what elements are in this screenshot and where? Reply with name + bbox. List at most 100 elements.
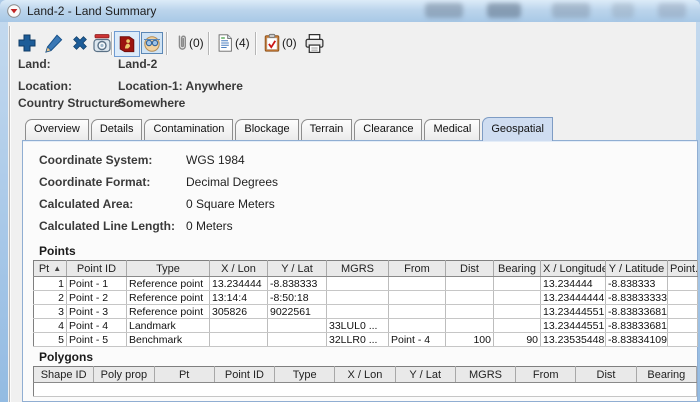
- points-row-2[interactable]: 2 Point - 2 Reference point 13:14:4 -8:5…: [34, 291, 698, 305]
- points-row-3[interactable]: 3 Point - 3 Reference point 305826 90225…: [34, 305, 698, 319]
- col-y-lat[interactable]: Y / Lat: [395, 367, 455, 383]
- cell-dist: [446, 305, 494, 319]
- tab-blockage[interactable]: Blockage: [235, 119, 298, 140]
- cell-x-longitude: 13.23444551: [541, 305, 606, 319]
- col-y-latitude[interactable]: Y / Latitude: [606, 261, 668, 277]
- window-border-left: [0, 22, 8, 402]
- background-window-blur: [612, 3, 634, 18]
- polygons-table: Shape ID Poly prop Pt Point ID Type X / …: [33, 366, 697, 397]
- col-poly-prop[interactable]: Poly prop: [94, 367, 154, 383]
- tab-contamination[interactable]: Contamination: [144, 119, 233, 140]
- background-window-blur: [487, 3, 521, 18]
- map-view-button[interactable]: [140, 31, 164, 55]
- col-shape-id[interactable]: Shape ID: [34, 367, 94, 383]
- attachments-count: (0): [189, 36, 204, 50]
- col-point-truncated[interactable]: Point..: [668, 261, 698, 277]
- col-point-id[interactable]: Point ID: [67, 261, 127, 277]
- window-title: Land-2 - Land Summary: [27, 4, 156, 18]
- tab-terrain[interactable]: Terrain: [301, 119, 353, 140]
- edit-button[interactable]: [42, 31, 66, 55]
- cell-y-latitude: -8.83834109: [606, 333, 668, 347]
- points-row-5[interactable]: 5 Point - 5 Benchmark 32LLR0 ... Point -…: [34, 333, 698, 347]
- cell-x-lon: [210, 333, 268, 347]
- col-x-lon[interactable]: X / Lon: [335, 367, 395, 383]
- col-bearing[interactable]: Bearing: [494, 261, 541, 277]
- cell-type: Benchmark: [127, 333, 210, 347]
- col-x-lon[interactable]: X / Lon: [210, 261, 268, 277]
- cell-x-lon: [210, 319, 268, 333]
- col-y-lat[interactable]: Y / Lat: [268, 261, 327, 277]
- cell-y-lat: [268, 333, 327, 347]
- cell-pt: 2: [34, 291, 67, 305]
- cell-point-id: Point - 4: [67, 319, 127, 333]
- polygons-empty-row: [34, 383, 697, 397]
- col-mgrs[interactable]: MGRS: [455, 367, 515, 383]
- print-button[interactable]: [302, 31, 326, 55]
- titlebar[interactable]: Land-2 - Land Summary: [0, 0, 700, 23]
- cell-from: [389, 277, 446, 291]
- coordinate-system-label: Coordinate System:: [39, 154, 152, 167]
- cell-y-latitude: -8.83833333: [606, 291, 668, 305]
- col-x-longitude[interactable]: X / Longitude: [541, 261, 606, 277]
- cell-type: Reference point: [127, 305, 210, 319]
- notes-button[interactable]: [213, 31, 237, 55]
- cell-from: [389, 319, 446, 333]
- tab-geospatial[interactable]: Geospatial: [482, 117, 553, 141]
- cell-point: [668, 277, 698, 291]
- cell-dist: [446, 319, 494, 333]
- tab-clearance[interactable]: Clearance: [354, 119, 422, 140]
- cell-x-longitude: 13.23535448: [541, 333, 606, 347]
- app-icon: [7, 4, 21, 18]
- col-dist[interactable]: Dist: [576, 367, 636, 383]
- col-bearing[interactable]: Bearing: [636, 367, 696, 383]
- cell-point: [668, 305, 698, 319]
- cell-bearing: [494, 305, 541, 319]
- add-button[interactable]: [15, 31, 39, 55]
- cell-bearing: [494, 291, 541, 305]
- col-type[interactable]: Type: [127, 261, 210, 277]
- delete-button[interactable]: [68, 31, 92, 55]
- cell-bearing: [494, 277, 541, 291]
- polygons-empty-area: [34, 383, 697, 397]
- col-point-id[interactable]: Point ID: [214, 367, 274, 383]
- edit-icon: [43, 32, 65, 54]
- background-window-blur: [552, 3, 590, 18]
- points-row-1[interactable]: 1 Point - 1 Reference point 13.234444 -8…: [34, 277, 698, 291]
- col-pt[interactable]: Pt: [154, 367, 214, 383]
- window-body: (0) (4) (0) Land: Land-2 Location: Locat…: [8, 22, 696, 402]
- cell-x-longitude: 13.234444: [541, 277, 606, 291]
- cell-point: [668, 333, 698, 347]
- notes-count: (4): [235, 36, 250, 50]
- tasks-icon: [262, 32, 282, 54]
- coordinate-system-value: WGS 1984: [186, 154, 245, 167]
- tab-overview[interactable]: Overview: [25, 119, 89, 140]
- col-pt[interactable]: Pt▲: [34, 261, 67, 277]
- cell-point-id: Point - 1: [67, 277, 127, 291]
- col-type[interactable]: Type: [275, 367, 335, 383]
- location-value: Location-1: Anywhere: [118, 80, 243, 92]
- cell-mgrs: [327, 291, 389, 305]
- col-from[interactable]: From: [389, 261, 446, 277]
- cell-mgrs: [327, 305, 389, 319]
- cell-from: Point - 4: [389, 333, 446, 347]
- tab-bar: Overview Details Contamination Blockage …: [25, 119, 553, 140]
- col-dist[interactable]: Dist: [446, 261, 494, 277]
- cell-y-latitude: -8.838333: [606, 277, 668, 291]
- country-structure-label: Country Structure:: [18, 97, 125, 109]
- tab-medical[interactable]: Medical: [424, 119, 480, 140]
- cell-pt: 5: [34, 333, 67, 347]
- polygons-header-row: Shape ID Poly prop Pt Point ID Type X / …: [34, 367, 697, 383]
- cell-dist: [446, 277, 494, 291]
- toolbar-separator: [208, 32, 209, 55]
- tasks-button[interactable]: [260, 31, 284, 55]
- cell-pt: 3: [34, 305, 67, 319]
- col-from[interactable]: From: [516, 367, 576, 383]
- cell-bearing: 90: [494, 333, 541, 347]
- imsma-view-toggle[interactable]: [114, 31, 140, 57]
- col-mgrs[interactable]: MGRS: [327, 261, 389, 277]
- tab-details[interactable]: Details: [91, 119, 143, 140]
- cell-type: Landmark: [127, 319, 210, 333]
- cell-x-lon: 305826: [210, 305, 268, 319]
- points-row-4[interactable]: 4 Point - 4 Landmark 33LUL0 ... 13.23444…: [34, 319, 698, 333]
- add-icon: [16, 32, 38, 54]
